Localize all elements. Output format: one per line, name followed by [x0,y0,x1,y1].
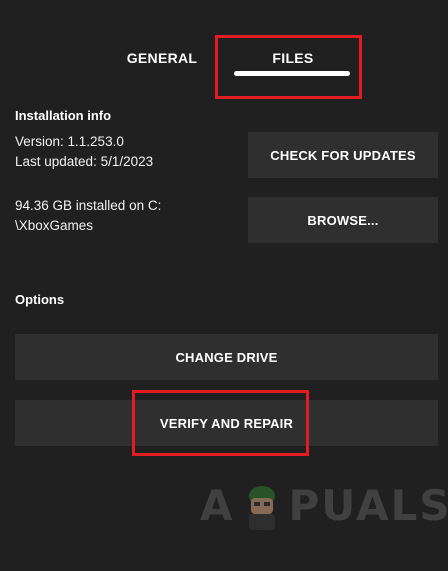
install-size-text: 94.36 GB installed on C: [15,198,162,213]
mascot-logo-icon [248,486,275,530]
files-tab-highlight-box [215,35,362,99]
change-drive-button[interactable]: CHANGE DRIVE [15,334,438,380]
options-heading: Options [15,292,65,307]
tab-general[interactable]: GENERAL [120,50,204,66]
appuals-watermark: A PUALS [200,480,448,530]
browse-button[interactable]: BROWSE... [248,197,438,243]
version-text: Version: 1.1.253.0 [15,134,124,149]
check-for-updates-button[interactable]: CHECK FOR UPDATES [248,132,438,178]
install-path-text: \XboxGames [15,218,94,233]
last-updated-text: Last updated: 5/1/2023 [15,154,154,169]
watermark-right-text: PUALS [288,480,448,530]
verify-repair-highlight-box [132,390,309,456]
watermark-left-text: A [200,480,235,530]
installation-info-heading: Installation info [15,108,112,123]
